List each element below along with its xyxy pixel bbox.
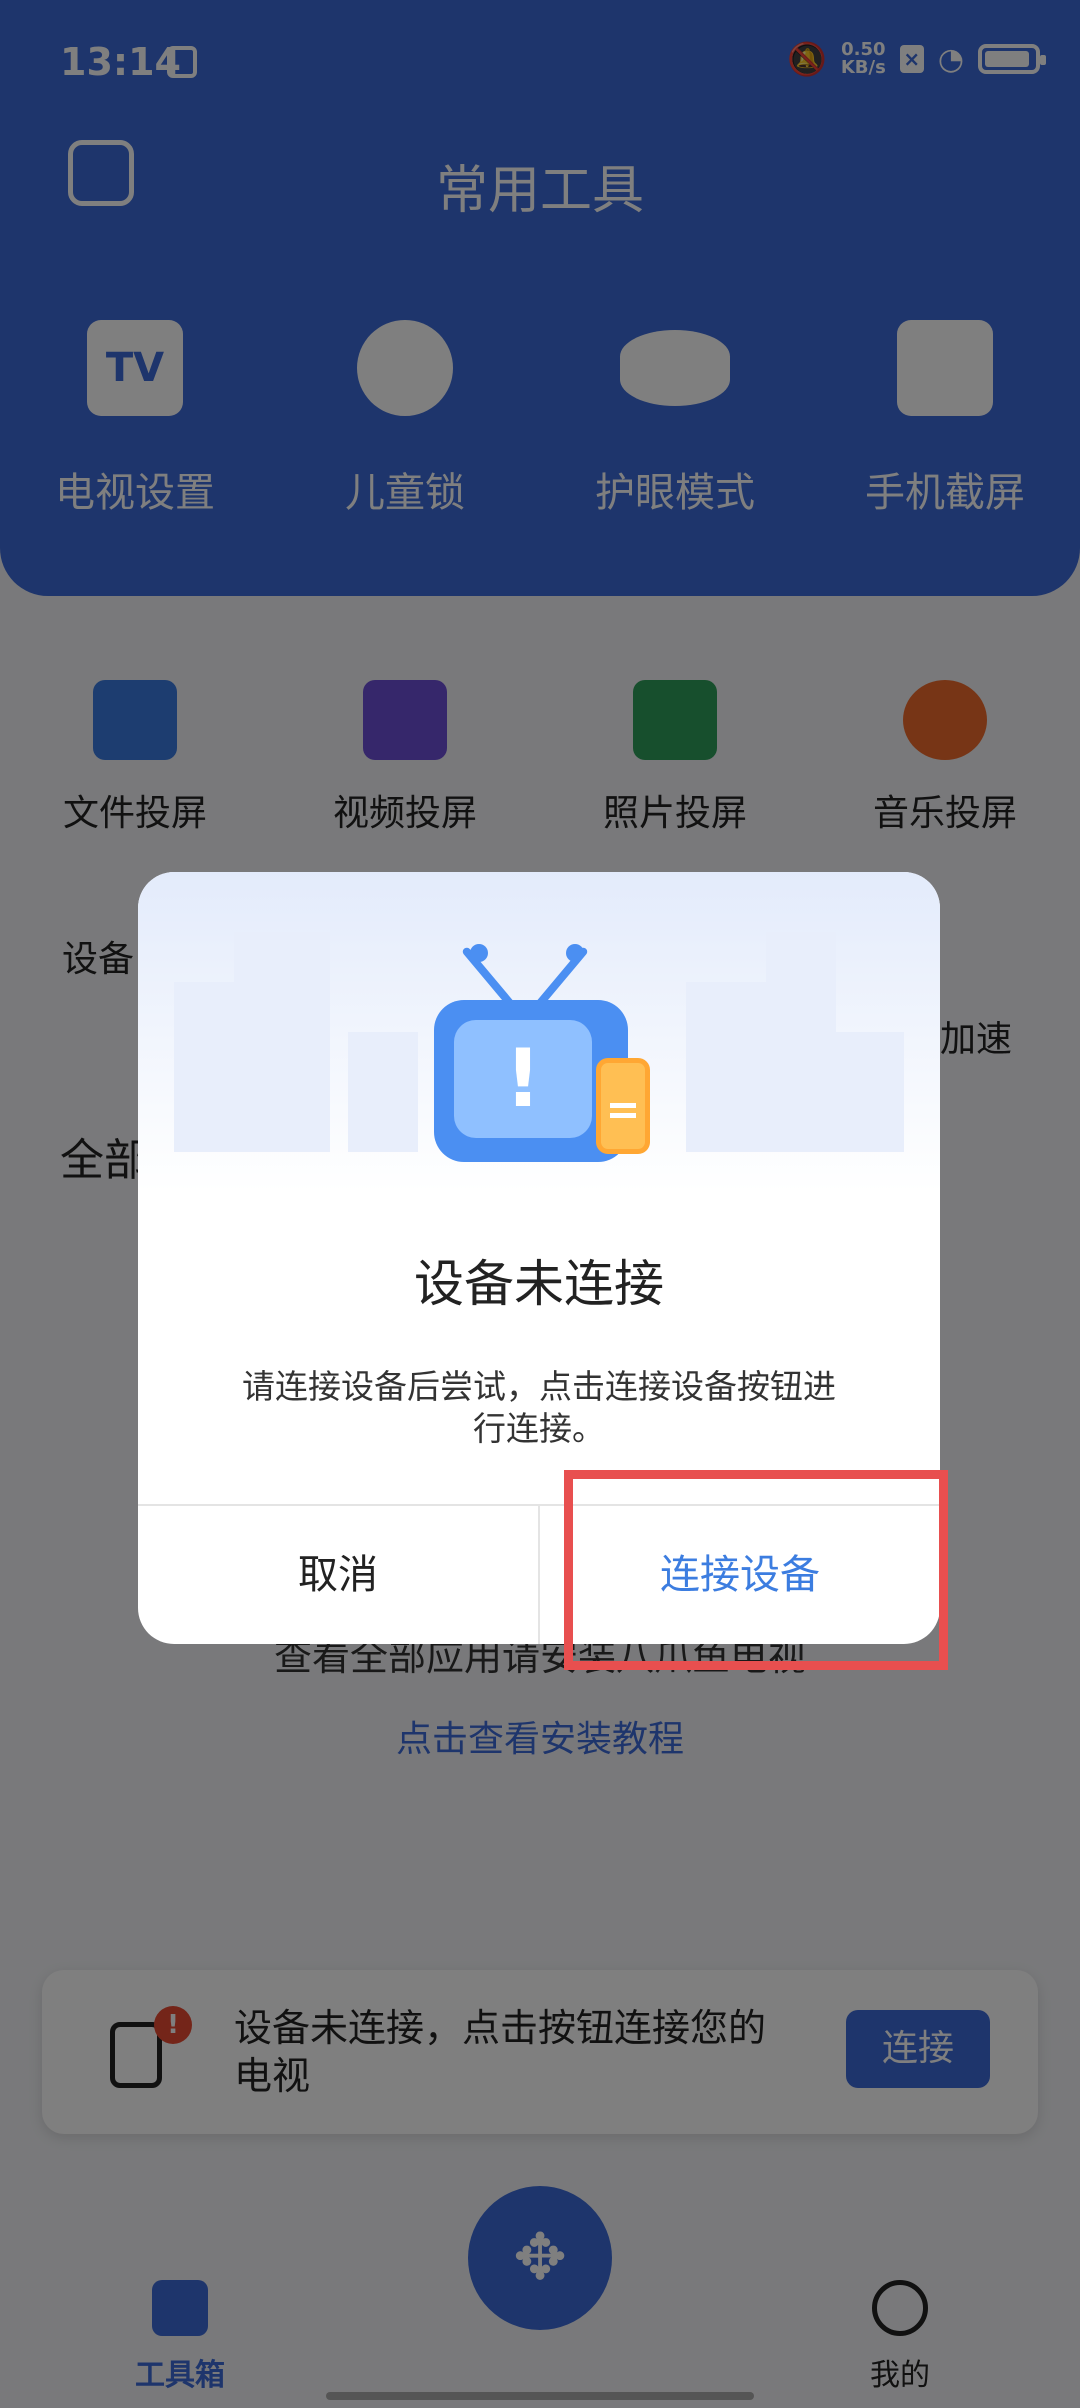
phone-icon xyxy=(596,1058,650,1154)
building-shape xyxy=(836,1032,904,1152)
building-shape xyxy=(686,982,766,1152)
dialog-illustration: ! xyxy=(138,872,940,1192)
building-shape xyxy=(174,982,234,1152)
dialog-message: 请连接设备后尝试，点击连接设备按钮进行连接。 xyxy=(242,1367,836,1448)
tv-screen-exclamation: ! xyxy=(454,1020,592,1138)
highlight-box xyxy=(564,1470,948,1670)
tv-antenna-tip xyxy=(566,944,584,962)
building-shape xyxy=(766,932,836,1152)
cancel-button[interactable]: 取消 xyxy=(138,1506,538,1644)
tv-antenna xyxy=(461,946,515,1008)
dialog-title: 设备未连接 xyxy=(414,1255,664,1313)
building-shape xyxy=(348,1032,418,1152)
building-shape xyxy=(234,932,330,1152)
tv-antenna-tip xyxy=(470,944,488,962)
